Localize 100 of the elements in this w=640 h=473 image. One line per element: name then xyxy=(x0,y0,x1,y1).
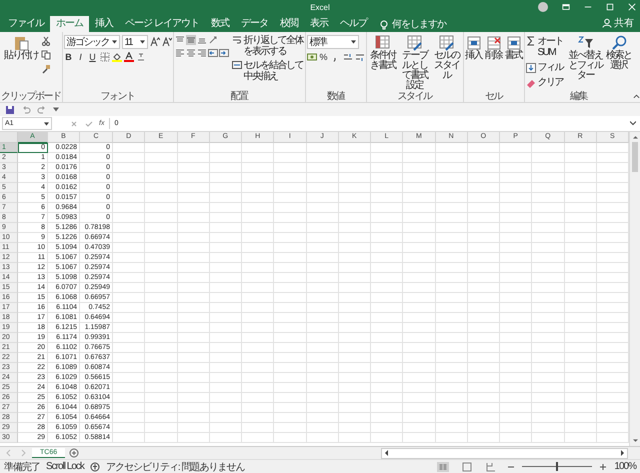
increase-decimal-icon[interactable] xyxy=(342,52,352,62)
ribbon-tab[interactable]: ホーム xyxy=(50,16,89,32)
scroll-right-icon[interactable] xyxy=(621,450,625,456)
add-sheet-icon[interactable] xyxy=(69,448,80,458)
merge-center-button[interactable]: セルを結合して中央揃え xyxy=(232,60,304,82)
group-label: フォント xyxy=(100,91,136,102)
shrink-font-icon[interactable] xyxy=(162,37,172,47)
share-button[interactable]: 共有 xyxy=(602,16,634,32)
fill-color-icon[interactable] xyxy=(112,52,122,62)
orientation-icon[interactable] xyxy=(208,35,218,45)
sort-filter-icon xyxy=(578,35,594,51)
close-icon[interactable] xyxy=(628,3,636,11)
caret-icon xyxy=(140,40,144,44)
ribbon-tab[interactable]: 校閲 xyxy=(274,16,304,32)
style-button[interactable]: テーブルとして書式設定 xyxy=(400,35,430,91)
zoom-thumb[interactable] xyxy=(556,462,558,471)
accessibility-icon[interactable] xyxy=(90,462,100,472)
increase-indent-icon[interactable] xyxy=(218,48,228,58)
decrease-decimal-icon[interactable] xyxy=(354,52,364,62)
align-right-icon[interactable] xyxy=(196,48,206,58)
window-title: Excel xyxy=(310,3,330,12)
font-color-icon[interactable] xyxy=(124,52,134,62)
status-text: Scroll Lock xyxy=(46,461,84,472)
lightbulb-icon xyxy=(378,20,389,30)
align-left-icon[interactable] xyxy=(174,48,184,58)
brush-icon[interactable] xyxy=(41,64,51,74)
cells-button[interactable]: 書式 xyxy=(504,35,522,61)
wrap-text-button[interactable]: 折り返して全体を表示する xyxy=(232,35,304,57)
group-label: 配置 xyxy=(230,91,249,102)
style-button[interactable]: セルのスタイル xyxy=(432,35,462,81)
sigma-icon xyxy=(526,36,536,46)
underline-button[interactable]: U xyxy=(88,52,98,62)
align-center-icon[interactable] xyxy=(186,48,196,58)
scroll-down-icon[interactable] xyxy=(632,439,638,443)
number-format-field[interactable]: 標準 xyxy=(306,35,358,49)
undo-icon[interactable] xyxy=(21,104,31,114)
ribbon-tab[interactable]: ヘルプ xyxy=(334,16,373,32)
cells-button[interactable]: 削除 xyxy=(484,35,502,61)
sort-filter-button[interactable]: 並べ替えとフィルター xyxy=(568,35,604,81)
currency-icon[interactable] xyxy=(306,52,316,62)
group-label: セル xyxy=(484,91,504,102)
collapse-ribbon-icon[interactable] xyxy=(632,94,640,99)
maximize-icon[interactable] xyxy=(606,3,614,11)
clear-button[interactable]: クリア xyxy=(526,77,566,88)
vertical-scrollbar[interactable] xyxy=(629,132,640,446)
autosum-button[interactable]: オート SUM xyxy=(526,36,566,58)
fill-button[interactable]: フィル xyxy=(526,62,566,73)
ribbon-tab[interactable]: 挿入 xyxy=(89,16,119,32)
scroll-left-icon[interactable] xyxy=(384,450,388,456)
clipboard-icon xyxy=(13,35,29,51)
cells-icon xyxy=(486,35,502,51)
accessibility-status[interactable]: アクセシビリティ: 問題ありません xyxy=(106,460,244,473)
ribbon-tab[interactable]: ページ レイアウト xyxy=(119,16,205,32)
table-style-icon xyxy=(406,35,422,51)
scroll-thumb[interactable] xyxy=(632,142,638,172)
caret-icon xyxy=(44,122,49,126)
group-label: 編集 xyxy=(569,91,588,102)
borders-icon[interactable] xyxy=(100,52,110,62)
font-name-field[interactable]: 游ゴシック xyxy=(64,35,120,49)
align-middle-icon[interactable] xyxy=(186,35,196,45)
phonetic-icon[interactable] xyxy=(136,52,146,62)
caret-icon xyxy=(112,40,116,44)
scissors-icon[interactable] xyxy=(41,36,51,46)
search-icon xyxy=(610,35,626,51)
person-icon xyxy=(602,18,612,28)
bold-button[interactable]: B xyxy=(64,52,74,62)
ribbon-display-icon[interactable] xyxy=(562,3,570,11)
save-icon[interactable] xyxy=(5,104,15,114)
decrease-indent-icon[interactable] xyxy=(208,48,218,58)
down-arrow-icon xyxy=(526,62,536,72)
cells-icon xyxy=(466,35,482,51)
caret-icon xyxy=(350,40,356,44)
style-button[interactable]: 条件付き書式 xyxy=(368,35,398,71)
percent-button[interactable]: % xyxy=(318,52,328,62)
cells-button[interactable]: 挿入 xyxy=(464,35,482,61)
scroll-up-icon[interactable] xyxy=(632,135,638,139)
group-label: 数値 xyxy=(326,91,346,102)
table-style-icon xyxy=(374,35,390,51)
horizontal-scrollbar[interactable] xyxy=(381,448,628,458)
ribbon-tab[interactable]: ファイル xyxy=(2,16,50,32)
ribbon-tab[interactable]: データ xyxy=(234,16,274,32)
italic-button[interactable]: I xyxy=(76,52,86,62)
tell-me-field[interactable]: 何をしますか xyxy=(378,19,462,32)
table-style-icon xyxy=(438,35,454,51)
copy-icon[interactable] xyxy=(41,50,51,60)
paste-button[interactable]: 貼り付け xyxy=(1,35,41,61)
redo-icon[interactable] xyxy=(37,104,47,114)
group-label: クリップボード xyxy=(1,91,60,102)
ribbon-tab[interactable]: 表示 xyxy=(304,16,334,32)
ribbon-tab[interactable]: 数式 xyxy=(204,16,235,32)
grow-font-icon[interactable] xyxy=(150,37,160,47)
find-select-button[interactable]: 検索と選択 xyxy=(606,35,632,71)
font-size-field[interactable]: 11 xyxy=(122,35,148,49)
expand-caret-icon[interactable] xyxy=(630,121,636,126)
avatar-icon[interactable] xyxy=(538,2,548,12)
customize-caret-icon[interactable] xyxy=(53,107,59,112)
zoom-in-icon[interactable] xyxy=(598,462,608,472)
zoom-level[interactable]: 100% xyxy=(614,461,636,472)
eraser-icon xyxy=(526,78,536,88)
merge-icon xyxy=(232,60,242,70)
